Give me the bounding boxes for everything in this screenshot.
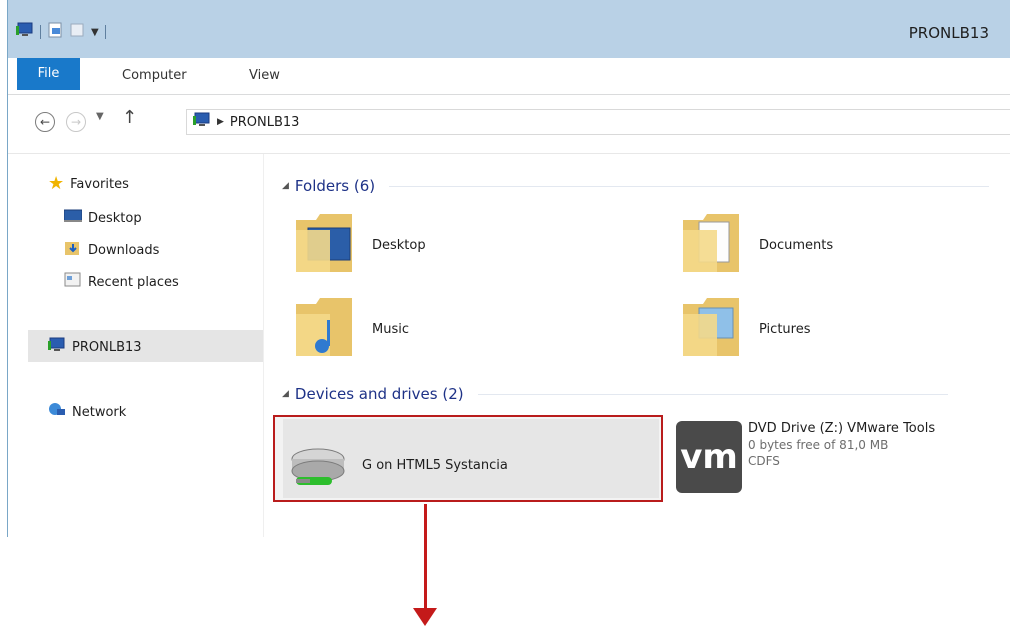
quick-access-toolbar: ▼ — [16, 22, 106, 42]
documents-folder-icon — [677, 210, 745, 280]
title-bar: ▼ PRONLB13 — [8, 0, 1010, 58]
vmware-logo-icon: vm — [676, 421, 742, 493]
computer-icon[interactable] — [16, 22, 34, 42]
navigation-pane: ★ Favorites Desktop Downloads Recent pla… — [8, 154, 264, 537]
drive-tile-g[interactable]: G on HTML5 Systancia — [288, 433, 508, 497]
sidebar-item-label: PRONLB13 — [72, 339, 142, 355]
drive-tile-dvd[interactable]: vm DVD Drive (Z:) VMware Tools 0 bytes f… — [676, 421, 935, 493]
desktop-icon — [63, 209, 83, 227]
dvd-filesystem: CDFS — [748, 454, 780, 468]
navigation-bar: ← → ▼ ↑ ▶ PRONLB13 — [8, 95, 1010, 154]
tab-view[interactable]: View — [249, 58, 280, 94]
collapse-triangle-icon: ◢ — [282, 389, 289, 399]
breadcrumb-computer[interactable]: PRONLB13 — [230, 115, 300, 130]
window-title: PRONLB13 — [908, 24, 989, 42]
folder-tile-desktop[interactable]: Desktop — [290, 210, 426, 280]
back-arrow-icon: ← — [39, 115, 51, 129]
computer-icon — [193, 112, 211, 132]
breadcrumb-arrow-icon[interactable]: ▶ — [217, 117, 224, 127]
group-title: Folders (6) — [294, 177, 376, 195]
downloads-icon — [64, 240, 82, 260]
collapse-triangle-icon: ◢ — [282, 181, 289, 191]
folder-label: Pictures — [759, 321, 811, 337]
dvd-title: DVD Drive (Z:) VMware Tools — [748, 421, 936, 436]
forward-button[interactable]: → — [66, 112, 86, 132]
drive-label: G on HTML5 Systancia — [362, 457, 508, 473]
network-drive-icon — [288, 433, 348, 497]
folder-label: Music — [372, 321, 409, 337]
music-folder-icon — [290, 294, 358, 364]
folder-label: Desktop — [372, 237, 426, 253]
forward-arrow-icon: → — [70, 115, 82, 129]
sidebar-item-recent-places[interactable]: Recent places — [64, 272, 179, 292]
devices-group-header[interactable]: ◢ Devices and drives (2) — [282, 385, 948, 403]
dvd-details: DVD Drive (Z:) VMware Tools 0 bytes free… — [748, 421, 935, 468]
network-icon — [48, 402, 66, 422]
sidebar-item-downloads[interactable]: Downloads — [64, 240, 159, 260]
desktop-folder-icon — [290, 210, 358, 280]
sidebar-item-label: Desktop — [88, 210, 142, 226]
ribbon: File Computer View — [8, 58, 1010, 95]
group-title: Devices and drives (2) — [294, 385, 464, 403]
recent-locations-button[interactable]: ▼ — [96, 111, 104, 122]
sidebar-item-label: Favorites — [70, 176, 129, 192]
sidebar-item-desktop[interactable]: Desktop — [63, 209, 142, 227]
sidebar-item-favorites[interactable]: ★ Favorites — [48, 173, 129, 194]
annotation-arrow-head — [413, 608, 437, 626]
up-button[interactable]: ↑ — [122, 107, 137, 128]
separator — [40, 25, 41, 39]
new-folder-icon[interactable] — [69, 22, 85, 42]
computer-icon — [48, 337, 66, 357]
sidebar-item-label: Recent places — [88, 274, 179, 290]
tab-file[interactable]: File — [17, 58, 80, 90]
pictures-folder-icon — [677, 294, 745, 364]
divider — [477, 393, 948, 395]
folder-tile-documents[interactable]: Documents — [677, 210, 833, 280]
sidebar-item-network[interactable]: Network — [48, 402, 126, 422]
tab-computer[interactable]: Computer — [122, 58, 187, 94]
folder-label: Documents — [759, 237, 834, 253]
annotation-arrow-shaft — [424, 504, 427, 614]
star-icon: ★ — [48, 173, 65, 194]
sidebar-item-label: Downloads — [88, 242, 160, 258]
sidebar-item-label: Network — [72, 404, 127, 420]
customize-qat-icon[interactable]: ▼ — [91, 27, 99, 38]
up-arrow-icon: ↑ — [122, 107, 138, 128]
divider — [389, 185, 990, 187]
properties-icon[interactable] — [47, 22, 63, 42]
sidebar-item-computer[interactable]: PRONLB13 — [48, 337, 142, 357]
folder-tile-music[interactable]: Music — [290, 294, 409, 364]
dvd-free-space: 0 bytes free of 81,0 MB — [748, 438, 889, 452]
folders-group-header[interactable]: ◢ Folders (6) — [282, 177, 990, 195]
folder-tile-pictures[interactable]: Pictures — [677, 294, 810, 364]
separator — [104, 25, 106, 39]
back-button[interactable]: ← — [35, 112, 55, 132]
recent-places-icon — [64, 272, 82, 292]
address-bar[interactable]: ▶ PRONLB13 — [186, 109, 1010, 135]
